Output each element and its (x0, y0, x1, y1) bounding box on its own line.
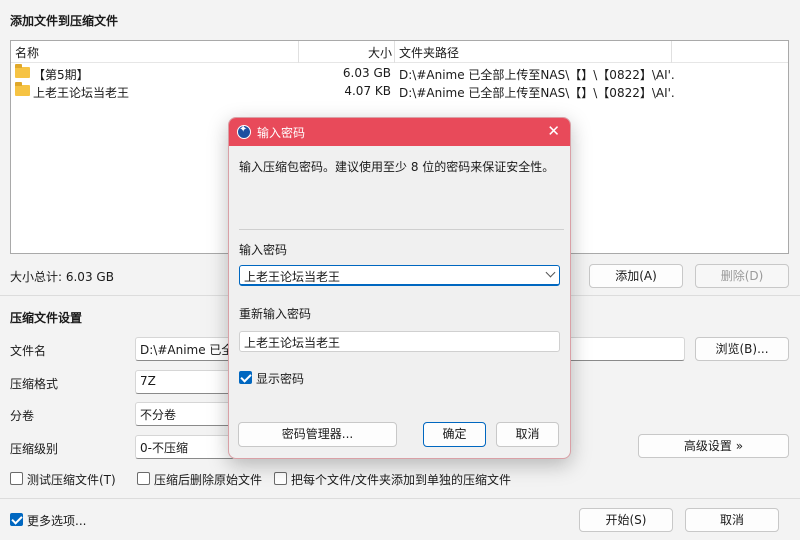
file-list-header: 名称 大小 文件夹路径 (11, 41, 788, 63)
separate-archives-label: 把每个文件/文件夹添加到单独的压缩文件 (291, 473, 512, 487)
dialog-cancel-button[interactable]: 取消 (496, 422, 559, 447)
file-size: 4.07 KB (344, 84, 391, 98)
test-archive-checkbox[interactable] (10, 472, 23, 485)
file-size: 6.03 GB (342, 66, 391, 80)
show-password-label: 显示密码 (256, 372, 305, 386)
confirm-password-value: 上老王论坛当老王 (244, 336, 341, 350)
folder-icon (15, 82, 30, 96)
close-icon[interactable]: ✕ (547, 122, 560, 140)
file-path: D:\#Anime 已全部上传至NAS\【】\【0822】\AI'... (399, 68, 674, 82)
show-password-checkbox[interactable] (239, 371, 252, 384)
confirm-password-input[interactable]: 上老王论坛当老王 (239, 331, 560, 352)
column-size[interactable]: 大小 (368, 44, 392, 61)
password-input[interactable]: 上老王论坛当老王 (239, 265, 560, 286)
file-path: D:\#Anime 已全部上传至NAS\【】\【0822】\AI'... (399, 86, 674, 100)
window-title: 添加文件到压缩文件 (10, 14, 119, 28)
dialog-titlebar: 输入密码 ✕ (229, 118, 570, 146)
password-dialog: 输入密码 ✕ 输入压缩包密码。建议使用至少 8 位的密码来保证安全性。 输入密码… (228, 117, 571, 459)
password-value: 上老王论坛当老王 (244, 270, 341, 284)
delete-after-checkbox[interactable] (137, 472, 150, 485)
format-label: 压缩格式 (10, 377, 59, 391)
column-name[interactable]: 名称 (15, 44, 39, 61)
format-select[interactable]: 7Z (135, 370, 235, 394)
dialog-title: 输入密码 (257, 126, 306, 140)
confirm-password-label: 重新输入密码 (239, 307, 312, 321)
more-options-checkbox[interactable] (10, 513, 23, 526)
advanced-settings-button[interactable]: 高级设置 » (638, 434, 789, 458)
more-options-label: 更多选项... (27, 514, 87, 528)
file-name: 上老王论坛当老王 (33, 86, 130, 100)
password-manager-button[interactable]: 密码管理器... (238, 422, 397, 447)
delete-after-label: 压缩后删除原始文件 (154, 473, 263, 487)
test-archive-label: 测试压缩文件(T) (27, 473, 116, 487)
delete-button[interactable]: 删除(D) (695, 264, 789, 288)
level-label: 压缩级别 (10, 442, 59, 456)
main-cancel-button[interactable]: 取消 (685, 508, 779, 532)
column-path[interactable]: 文件夹路径 (399, 44, 459, 61)
ok-button[interactable]: 确定 (423, 422, 486, 447)
chevron-down-icon[interactable] (545, 267, 556, 278)
level-select[interactable]: 0-不压缩 (135, 435, 235, 459)
filename-label: 文件名 (10, 344, 47, 358)
volume-select[interactable]: 不分卷 (135, 402, 235, 426)
folder-icon (15, 64, 30, 78)
settings-title: 压缩文件设置 (10, 311, 83, 325)
password-label: 输入密码 (239, 243, 288, 257)
add-button[interactable]: 添加(A) (589, 264, 683, 288)
file-row[interactable]: 上老王论坛当老王 4.07 KB D:\#Anime 已全部上传至NAS\【】\… (11, 82, 788, 100)
start-button[interactable]: 开始(S) (579, 508, 673, 532)
separate-archives-checkbox[interactable] (274, 472, 287, 485)
file-name: 【第5期】 (33, 68, 89, 82)
file-row[interactable]: 【第5期】 6.03 GB D:\#Anime 已全部上传至NAS\【】\【08… (11, 64, 788, 82)
dialog-description: 输入压缩包密码。建议使用至少 8 位的密码来保证安全性。 (239, 160, 555, 174)
browse-button[interactable]: 浏览(B)... (695, 337, 789, 361)
total-size: 大小总计: 6.03 GB (10, 270, 114, 284)
app-icon (237, 124, 251, 139)
volume-label: 分卷 (10, 409, 35, 423)
